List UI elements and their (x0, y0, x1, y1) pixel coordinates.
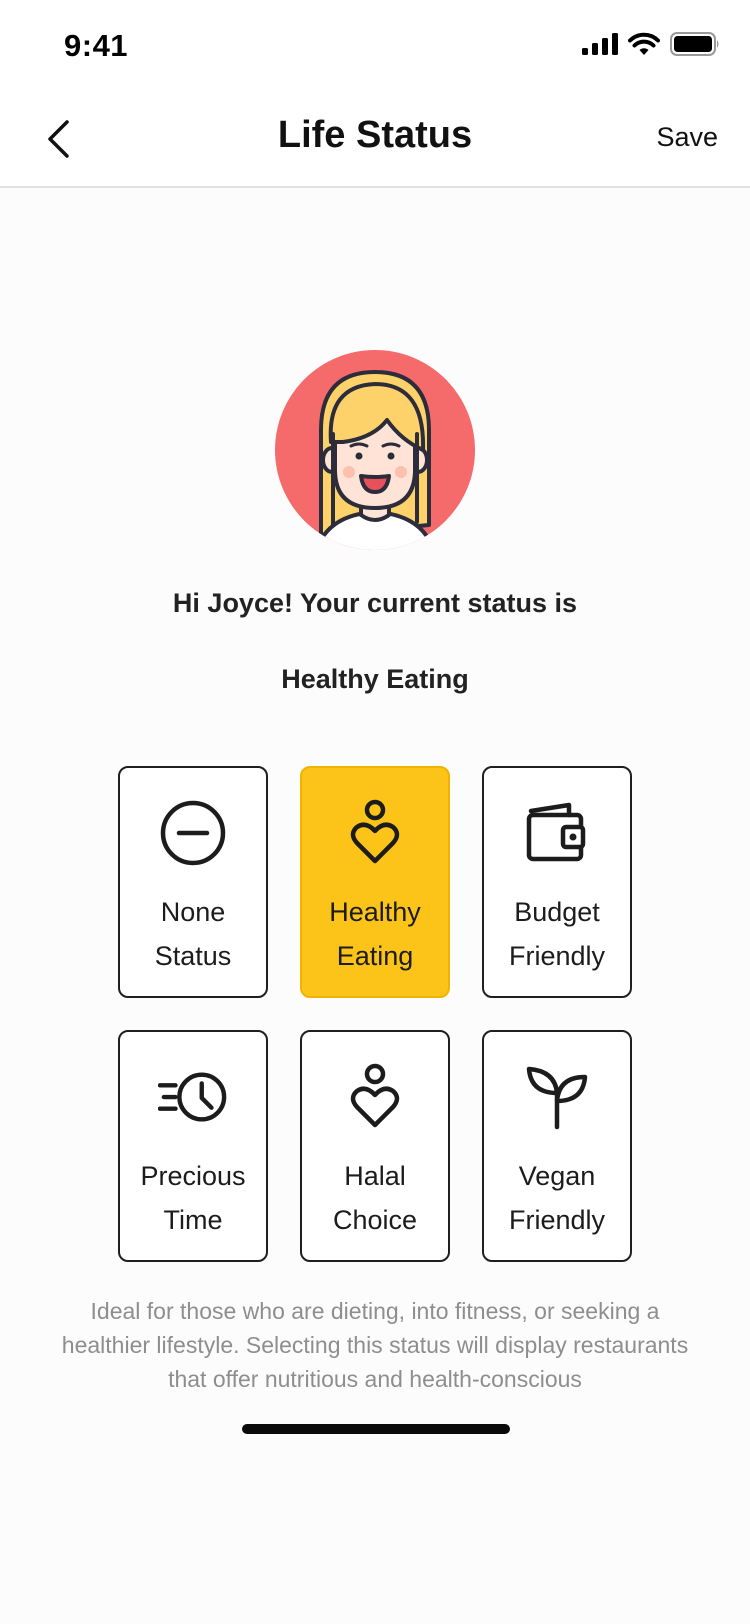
status-option-label: Precious Time (140, 1161, 246, 1235)
status-description: Ideal for those who are dieting, into fi… (61, 1298, 689, 1392)
nav-bar: Life Status Save (0, 90, 750, 188)
status-bar: 9:41 (0, 0, 750, 90)
person-heart-icon (340, 1062, 410, 1132)
status-option-budget-friendly[interactable]: Budget Friendly (482, 766, 632, 998)
current-status-text: Healthy Eating (281, 664, 469, 694)
avatar (275, 350, 475, 550)
status-icons (582, 32, 720, 56)
battery-icon (670, 32, 719, 56)
status-option-none[interactable]: None Status (118, 766, 268, 998)
save-button[interactable]: Save (656, 122, 718, 153)
sprout-icon (522, 1062, 592, 1132)
wallet-icon (522, 798, 592, 868)
wifi-icon (628, 32, 660, 55)
person-heart-icon (340, 798, 410, 868)
status-option-label: Halal Choice (332, 1161, 418, 1235)
minus-circle-icon (158, 798, 228, 868)
greeting-text: Hi Joyce! Your current status is (172, 588, 578, 618)
page-title: Life Status (277, 114, 473, 156)
status-option-label: None Status (154, 897, 232, 971)
fast-clock-icon (158, 1062, 228, 1132)
status-option-precious-time[interactable]: Precious Time (118, 1030, 268, 1262)
status-option-label: Vegan Friendly (508, 1161, 606, 1235)
status-option-label: Healthy Eating (329, 897, 421, 971)
home-indicator[interactable] (242, 1424, 510, 1434)
status-option-vegan-friendly[interactable]: Vegan Friendly (482, 1030, 632, 1262)
joyce-avatar-illustration (275, 350, 475, 550)
status-time: 9:41 (64, 28, 129, 63)
status-option-halal-choice[interactable]: Halal Choice (300, 1030, 450, 1262)
status-option-healthy-eating[interactable]: Healthy Eating (300, 766, 450, 998)
status-option-label: Budget Friendly (508, 897, 606, 971)
status-grid: None Status Healthy Eating Budget Friend… (118, 766, 632, 1262)
cellular-signal-icon (582, 33, 618, 55)
